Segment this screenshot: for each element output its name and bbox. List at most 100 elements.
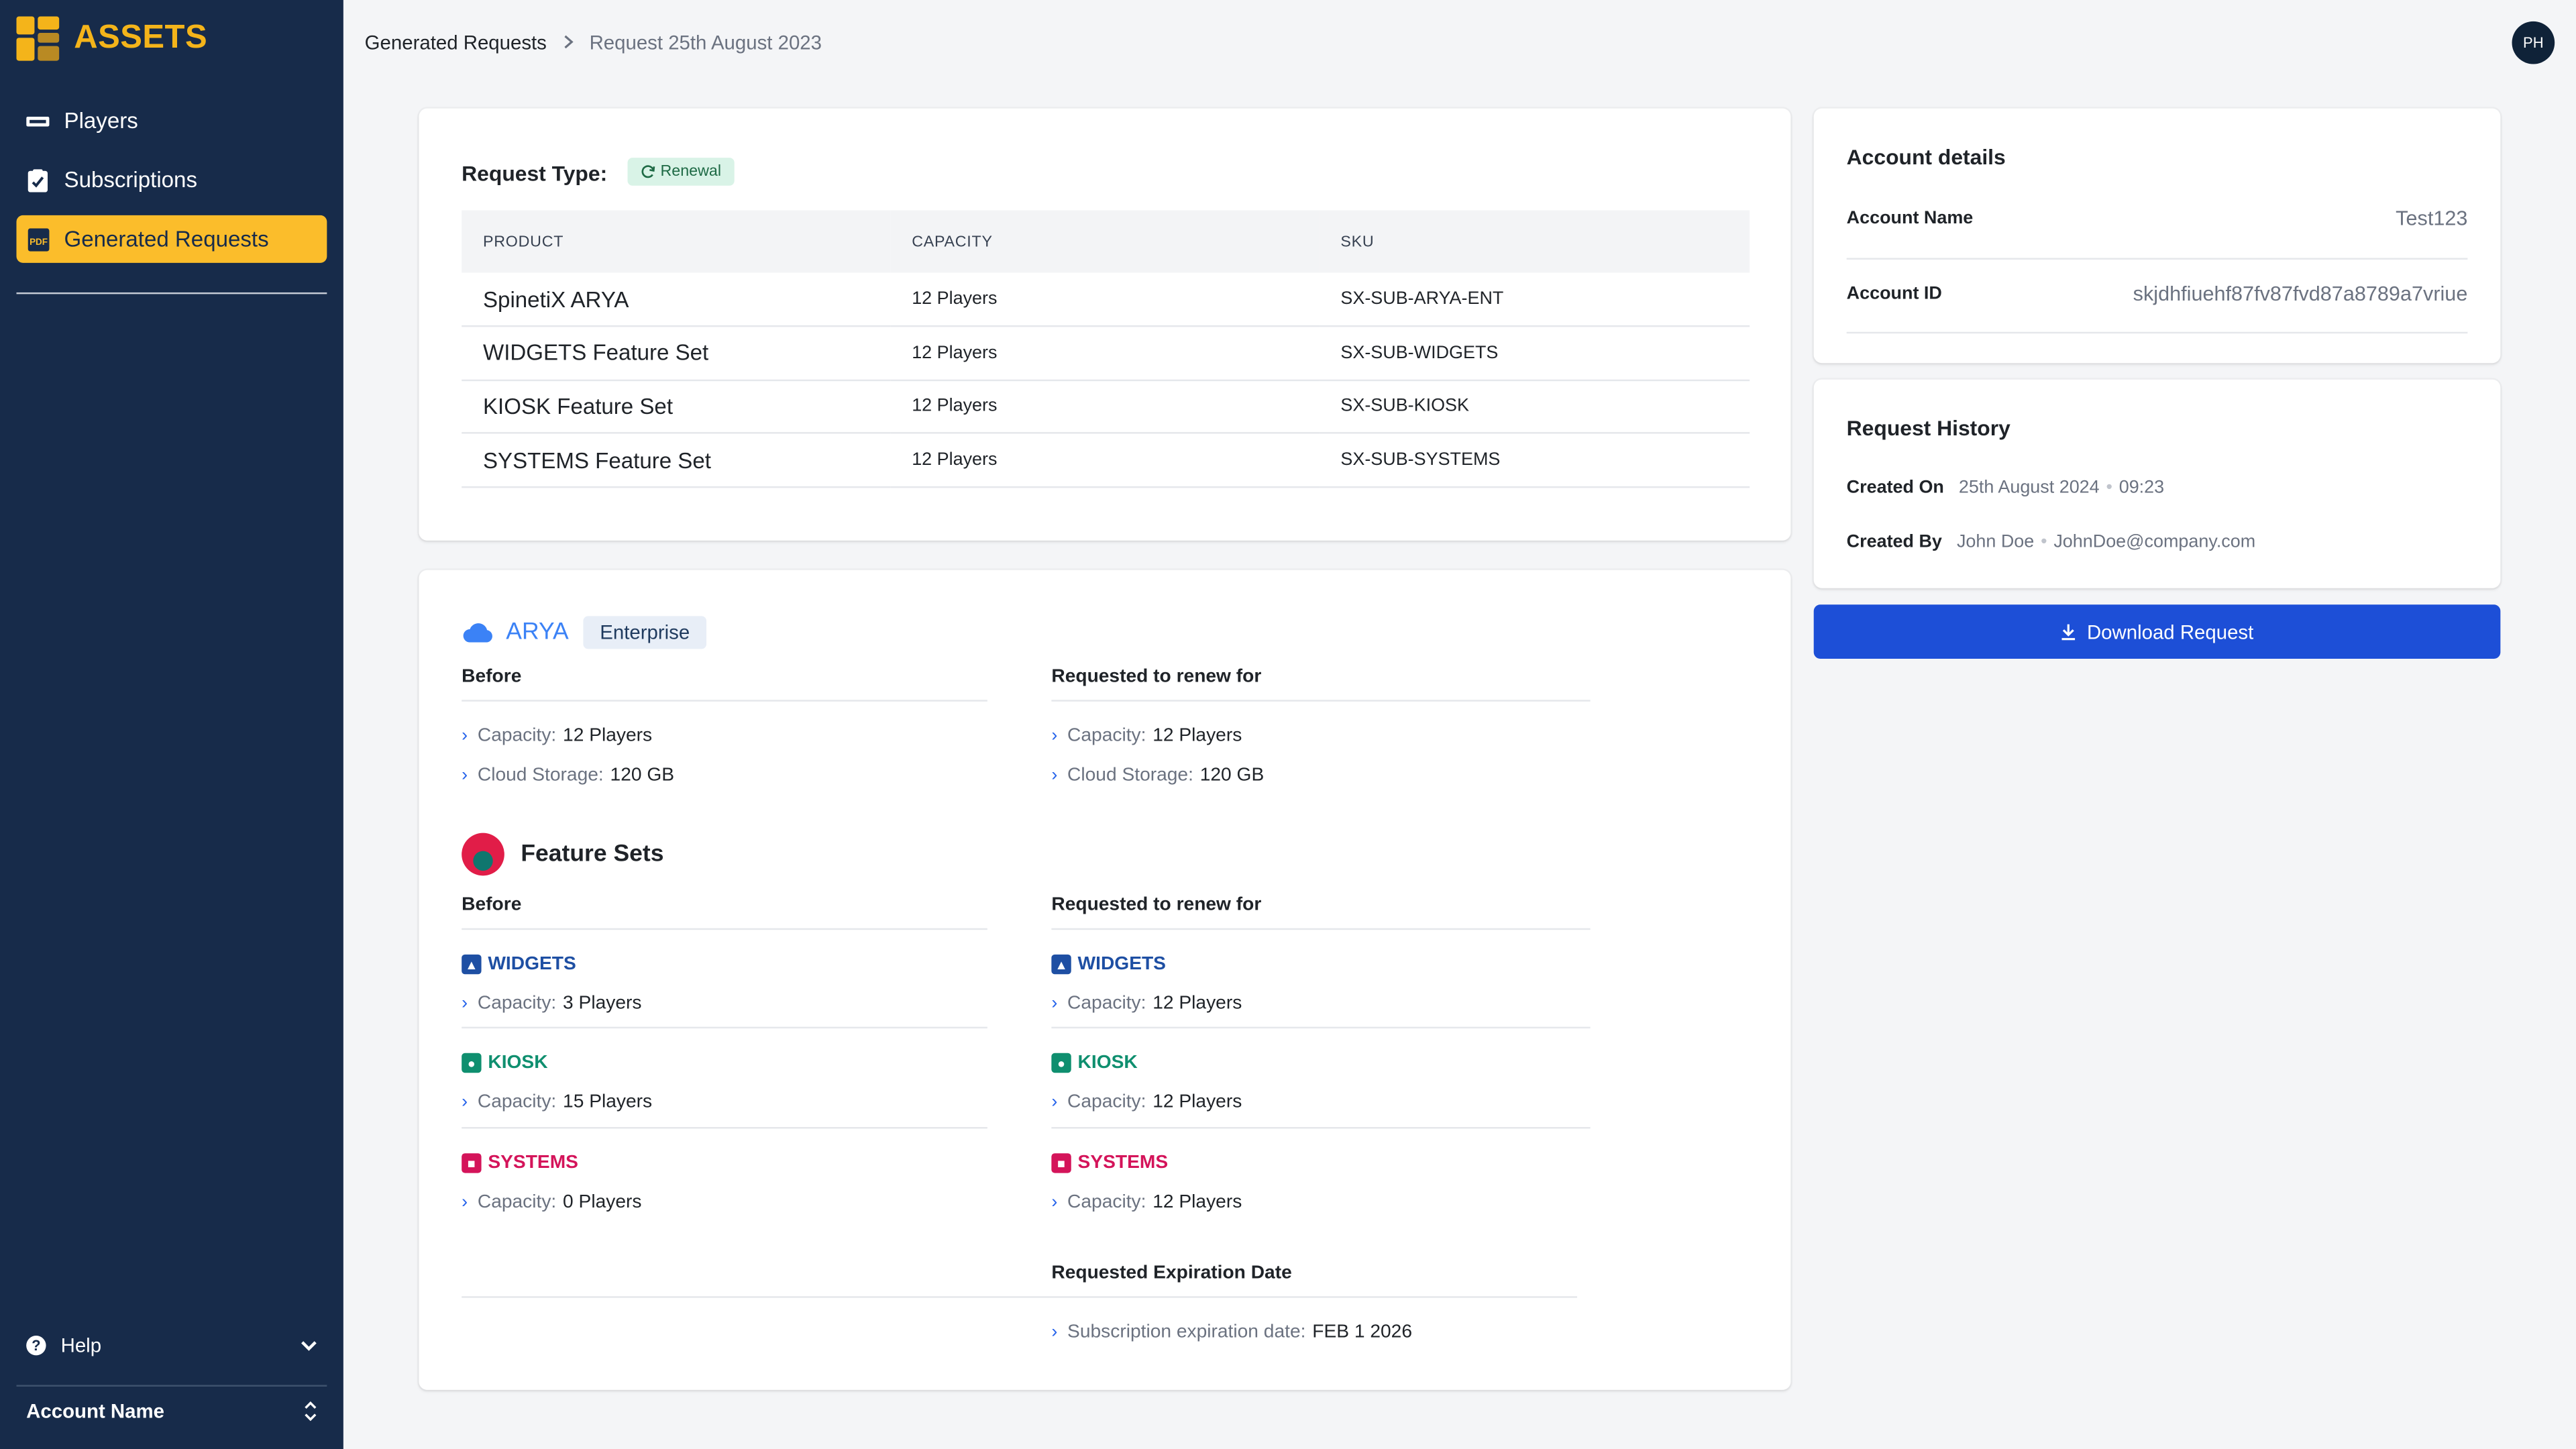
account-name-row: Account Name Test123 xyxy=(1846,207,2468,230)
chevron-right-icon: › xyxy=(462,765,468,786)
feature-sets-header: Feature Sets xyxy=(462,833,664,876)
feature-sets-title: Feature Sets xyxy=(521,841,664,868)
chevron-right-icon xyxy=(563,32,574,54)
sku-cell: SX-SUB-SYSTEMS xyxy=(1319,433,1750,488)
divider xyxy=(1846,258,2468,260)
product-cell: KIOSK Feature Set xyxy=(462,380,891,435)
chevron-right-icon: › xyxy=(462,994,468,1014)
download-request-button[interactable]: Download Request xyxy=(1813,604,2501,659)
chevron-right-icon: › xyxy=(462,1192,468,1213)
feature-systems-before: ■ SYSTEMS xyxy=(462,1153,578,1173)
feature-widgets-renew: ▲ WIDGETS xyxy=(1051,954,1166,975)
sidebar-bottom-divider xyxy=(16,1385,327,1387)
account-details-card: Account details Account Name Test123 Acc… xyxy=(1813,108,2501,364)
cloud-icon xyxy=(463,623,492,643)
divider xyxy=(1051,928,1591,930)
sidebar-item-label: Players xyxy=(64,108,138,133)
sidebar-item-label: Generated Requests xyxy=(64,226,269,252)
sidebar-item-label: Subscriptions xyxy=(64,167,197,193)
divider xyxy=(462,1026,987,1029)
request-type-badge-label: Renewal xyxy=(660,162,722,181)
app-logo[interactable]: ASSETS xyxy=(16,16,207,61)
download-icon xyxy=(2062,624,2076,641)
account-id-value: skjdhfiuehf87fv87fvd87a8789a7vriue xyxy=(2133,282,2468,306)
table-row: KIOSK Feature Set 12 Players SX-SUB-KIOS… xyxy=(462,380,1750,435)
account-name-value: Test123 xyxy=(2396,207,2468,230)
sku-cell: SX-SUB-WIDGETS xyxy=(1319,326,1750,381)
created-by-row: Created By John Doe • JohnDoe@company.co… xyxy=(1846,532,2256,552)
divider xyxy=(1051,1127,1591,1129)
chevron-up-down-icon xyxy=(304,1400,317,1422)
products-table: PRODUCT CAPACITY SKU SpinetiX ARYA 12 Pl… xyxy=(462,210,1750,488)
divider xyxy=(462,1127,987,1129)
feature-systems-renew: ■ SYSTEMS xyxy=(1051,1153,1168,1173)
features-before-heading: Before xyxy=(462,895,522,916)
chevron-right-icon: › xyxy=(462,1092,468,1112)
sidebar-divider xyxy=(16,292,327,294)
player-icon xyxy=(26,109,50,132)
chevron-down-icon xyxy=(301,1334,317,1357)
widgets-renew-capacity: › Capacity: 12 Players xyxy=(1051,994,1242,1014)
avatar[interactable]: PH xyxy=(2512,21,2555,64)
sidebar: ASSETS Players Subscriptions PDF Generat… xyxy=(0,0,343,1449)
expiration-heading: Requested Expiration Date xyxy=(1051,1263,1292,1283)
arya-header: ARYA Enterprise xyxy=(462,616,706,649)
kiosk-icon: ● xyxy=(462,1053,482,1073)
feature-kiosk-renew: ● KIOSK xyxy=(1051,1053,1138,1073)
chevron-right-icon: › xyxy=(1051,765,1058,786)
divider xyxy=(462,700,987,702)
widgets-icon: ▲ xyxy=(1051,954,1071,975)
arya-before-heading: Before xyxy=(462,667,522,687)
table-row: SpinetiX ARYA 12 Players SX-SUB-ARYA-ENT xyxy=(462,272,1750,327)
chevron-right-icon: › xyxy=(1051,1192,1058,1213)
sidebar-item-generated-requests[interactable]: PDF Generated Requests xyxy=(16,215,327,263)
breadcrumb: Generated Requests Request 25th August 2… xyxy=(365,32,822,54)
kiosk-renew-capacity: › Capacity: 12 Players xyxy=(1051,1092,1242,1112)
kiosk-icon: ● xyxy=(1051,1053,1071,1073)
widgets-icon: ▲ xyxy=(462,954,482,975)
arya-renew-storage: › Cloud Storage: 120 GB xyxy=(1051,765,1265,786)
sku-cell: SX-SUB-KIOSK xyxy=(1319,380,1750,435)
sidebar-nav: Players Subscriptions PDF Generated Requ… xyxy=(16,97,327,274)
arya-title: ARYA xyxy=(506,619,569,646)
chevron-right-icon: › xyxy=(1051,1092,1058,1112)
request-history-card: Request History Created On 25th August 2… xyxy=(1813,379,2501,588)
feature-kiosk-before: ● KIOSK xyxy=(462,1053,548,1073)
column-header-capacity: CAPACITY xyxy=(890,210,1320,273)
sidebar-item-players[interactable]: Players xyxy=(16,97,327,144)
product-cell: SpinetiX ARYA xyxy=(462,272,891,327)
assets-logo-icon xyxy=(16,16,60,61)
divider xyxy=(462,1296,1578,1298)
capacity-cell: 12 Players xyxy=(890,380,1320,435)
divider xyxy=(1051,700,1591,702)
column-header-sku: SKU xyxy=(1319,210,1750,273)
request-type-badge: Renewal xyxy=(627,158,735,186)
renew-icon xyxy=(641,165,655,178)
systems-renew-capacity: › Capacity: 12 Players xyxy=(1051,1192,1242,1213)
chevron-right-icon: › xyxy=(1051,726,1058,746)
chevron-right-icon: › xyxy=(462,726,468,746)
divider xyxy=(462,928,987,930)
systems-before-capacity: › Capacity: 0 Players xyxy=(462,1192,642,1213)
plan-badge: Enterprise xyxy=(583,616,706,649)
svg-text:PDF: PDF xyxy=(29,236,47,246)
capacity-cell: 12 Players xyxy=(890,272,1320,327)
table-header-row: PRODUCT CAPACITY SKU xyxy=(462,210,1750,273)
breadcrumb-item-current: Request 25th August 2023 xyxy=(589,31,822,54)
sidebar-item-subscriptions[interactable]: Subscriptions xyxy=(16,156,327,204)
expiration-date: › Subscription expiration date: FEB 1 20… xyxy=(1051,1322,1412,1342)
capacity-cell: 12 Players xyxy=(890,326,1320,381)
help-menu[interactable]: ? Help xyxy=(26,1331,317,1360)
divider xyxy=(1846,331,2468,334)
arya-before-capacity: › Capacity: 12 Players xyxy=(462,726,653,746)
product-cell: WIDGETS Feature Set xyxy=(462,326,891,381)
help-label: Help xyxy=(60,1334,102,1357)
breadcrumb-item-generated-requests[interactable]: Generated Requests xyxy=(365,32,547,54)
created-on-row: Created On 25th August 2024 • 09:23 xyxy=(1846,478,2165,498)
feature-sets-icon xyxy=(462,833,504,876)
account-details-title: Account details xyxy=(1846,144,2006,170)
account-id-row: Account ID skjdhfiuehf87fv87fvd87a8789a7… xyxy=(1846,282,2468,306)
systems-icon: ■ xyxy=(462,1153,482,1173)
account-switcher[interactable]: Account Name xyxy=(26,1398,317,1424)
pdf-icon: PDF xyxy=(26,227,49,251)
